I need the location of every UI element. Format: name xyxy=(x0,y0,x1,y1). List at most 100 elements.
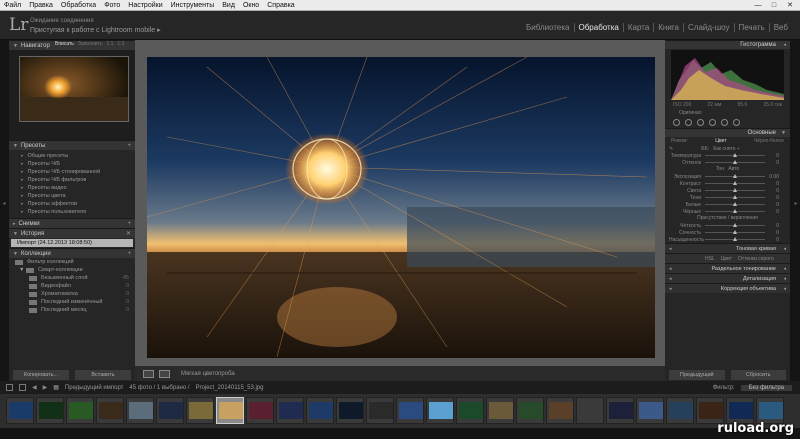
collection-item[interactable]: Видеофайл 0 xyxy=(9,282,135,290)
slider-track[interactable] xyxy=(705,188,765,192)
slider-value[interactable]: 0 xyxy=(765,223,779,229)
preset-folder[interactable]: Пресеты цвета xyxy=(21,192,135,200)
collection-item[interactable]: Хроматоматка 0 xyxy=(9,290,135,298)
wb-select[interactable]: Как снято ÷ xyxy=(713,146,739,152)
menu-help[interactable]: Справка xyxy=(263,2,298,9)
zoom-fill[interactable]: Заполнить xyxy=(78,41,103,47)
minimize-icon[interactable]: — xyxy=(750,0,766,11)
slider-knob[interactable] xyxy=(733,209,737,213)
add-collection-icon[interactable]: + xyxy=(127,251,131,257)
menu-develop[interactable]: Обработка xyxy=(57,2,100,9)
treatment-bw[interactable]: Чёрно-белое xyxy=(754,138,784,144)
preset-folder[interactable]: Пресеты Ч/Б xyxy=(21,160,135,168)
graduated-filter-icon[interactable] xyxy=(709,119,716,126)
filmstrip-thumbnail[interactable] xyxy=(36,397,64,424)
slider-knob[interactable] xyxy=(733,195,737,199)
slider-track[interactable] xyxy=(705,160,765,164)
add-snapshot-icon[interactable]: + xyxy=(127,221,131,227)
preset-folder[interactable]: Пресеты Ч/Б стонированной xyxy=(21,168,135,176)
slider-value[interactable]: 0 xyxy=(765,153,779,159)
preset-folder[interactable]: Пресеты пользователя xyxy=(21,208,135,216)
filmstrip-thumbnail[interactable] xyxy=(336,397,364,424)
slider-value[interactable]: 0 xyxy=(765,181,779,187)
before-after-icon[interactable] xyxy=(159,369,170,378)
slider-track[interactable] xyxy=(705,230,765,234)
slider-knob[interactable] xyxy=(733,153,737,157)
filmstrip-thumbnail[interactable] xyxy=(246,397,274,424)
navigator-thumbnail[interactable] xyxy=(19,56,129,122)
filmstrip-thumbnail[interactable] xyxy=(576,397,604,424)
menu-view[interactable]: Вид xyxy=(218,2,239,9)
eyedropper-icon[interactable]: ✎ xyxy=(669,146,673,152)
menu-edit[interactable]: Правка xyxy=(25,2,57,9)
filmstrip-thumbnail[interactable] xyxy=(186,397,214,424)
collection-item[interactable]: Последний месяц 0 xyxy=(9,306,135,314)
filmstrip-thumbnail[interactable] xyxy=(66,397,94,424)
filmstrip-thumbnail[interactable] xyxy=(456,397,484,424)
filmstrip-thumbnail[interactable] xyxy=(276,397,304,424)
filmstrip-thumbnail[interactable] xyxy=(516,397,544,424)
slider-knob[interactable] xyxy=(733,237,737,241)
module-web[interactable]: Веб xyxy=(768,23,792,32)
filmstrip-thumbnail[interactable] xyxy=(486,397,514,424)
back-arrow-icon[interactable]: ◀ xyxy=(32,384,37,391)
filmstrip-thumbnail[interactable] xyxy=(306,397,334,424)
slider-track[interactable] xyxy=(705,237,765,241)
slider-track[interactable] xyxy=(705,209,765,213)
filmstrip-thumbnail[interactable] xyxy=(96,397,124,424)
menu-photo[interactable]: Фото xyxy=(100,2,124,9)
history-header[interactable]: ▼ История ✕ xyxy=(9,228,135,238)
slider-value[interactable]: 0 xyxy=(765,188,779,194)
radial-filter-icon[interactable] xyxy=(721,119,728,126)
slider-track[interactable] xyxy=(705,223,765,227)
forward-arrow-icon[interactable]: ▶ xyxy=(43,384,48,391)
preset-folder[interactable]: Пресеты видео xyxy=(21,184,135,192)
module-map[interactable]: Карта xyxy=(622,23,653,32)
slider-knob[interactable] xyxy=(733,174,737,178)
left-panel-toggle-icon[interactable]: ◂ xyxy=(0,200,8,207)
menu-window[interactable]: Окно xyxy=(239,2,263,9)
module-book[interactable]: Книга xyxy=(653,23,683,32)
filmstrip-thumbnail[interactable] xyxy=(366,397,394,424)
menu-settings[interactable]: Настройки xyxy=(124,2,166,9)
filmstrip-thumbnail[interactable] xyxy=(756,397,784,424)
slider-track[interactable] xyxy=(705,153,765,157)
hsl-header[interactable]: HSL Цвет Оттенки серого xyxy=(665,253,790,263)
treatment-color[interactable]: Цвет xyxy=(715,138,726,144)
histogram-header[interactable]: Гистограмма ◂ xyxy=(665,40,790,49)
preset-folder[interactable]: Пресеты Ч/Б фильтров xyxy=(21,176,135,184)
filmstrip-thumbnail[interactable] xyxy=(606,397,634,424)
filmstrip-thumbnail[interactable] xyxy=(126,397,154,424)
presets-header[interactable]: ▼ Пресеты + xyxy=(9,140,135,150)
slider-track[interactable] xyxy=(705,181,765,185)
basic-header[interactable]: Основные ▼ xyxy=(665,128,790,137)
grid-view-icon[interactable] xyxy=(6,384,13,391)
slider-knob[interactable] xyxy=(733,202,737,206)
split-toning-header[interactable]: ◂ Раздельное тонирование ◂ xyxy=(665,263,790,273)
slider-value[interactable]: 0 xyxy=(765,160,779,166)
close-icon[interactable]: ✕ xyxy=(782,0,798,11)
filmstrip-thumbnail[interactable] xyxy=(426,397,454,424)
paste-settings-button[interactable]: Вставить xyxy=(75,370,131,380)
slider-knob[interactable] xyxy=(733,188,737,192)
grid-icon[interactable]: ▦ xyxy=(53,384,59,391)
slider-value[interactable]: 0.00 xyxy=(765,174,779,180)
preset-folder[interactable]: Пресеты эффектов xyxy=(21,200,135,208)
filmstrip-thumbnail[interactable] xyxy=(636,397,664,424)
second-window-icon[interactable] xyxy=(19,384,26,391)
source-label[interactable]: Предыдущий импорт xyxy=(65,385,124,391)
clear-history-icon[interactable]: ✕ xyxy=(126,230,131,237)
filmstrip-thumbnail[interactable] xyxy=(546,397,574,424)
previous-button[interactable]: Предыдущий xyxy=(669,370,725,380)
module-library[interactable]: Библиотека xyxy=(522,23,574,32)
tone-curve-header[interactable]: ◂ Тоновая кривая ◂ xyxy=(665,243,790,253)
menu-tools[interactable]: Инструменты xyxy=(167,2,219,9)
module-print[interactable]: Печать xyxy=(733,23,769,32)
slider-value[interactable]: 0 xyxy=(765,202,779,208)
collection-filter[interactable]: Фильтр коллекций xyxy=(9,258,135,266)
slider-value[interactable]: 0 xyxy=(765,237,779,243)
crop-icon[interactable] xyxy=(673,119,680,126)
navigator-header[interactable]: ▼ Навигатор Вписать Заполнить 1:1 1:3 xyxy=(9,40,135,50)
zoom-1-3[interactable]: 1:3 xyxy=(117,41,124,47)
slider-value[interactable]: 0 xyxy=(765,209,779,215)
